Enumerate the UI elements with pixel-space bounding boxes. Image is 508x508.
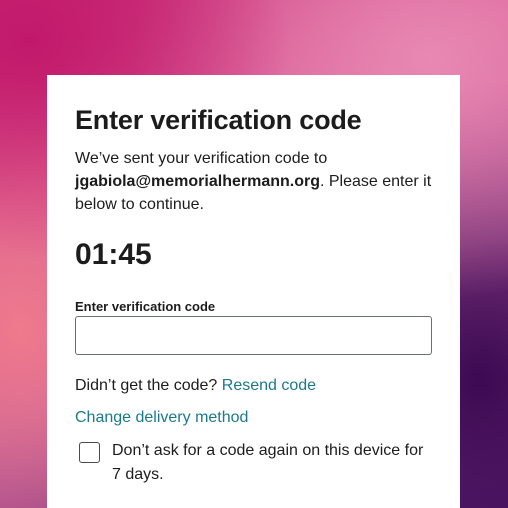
page-title: Enter verification code (75, 105, 362, 135)
resend-prompt: Didn’t get the code? (75, 377, 218, 394)
code-field-label: Enter verification code (75, 299, 216, 314)
change-delivery-method-link[interactable]: Change delivery method (75, 409, 248, 426)
verification-description: We’ve sent your verification code to jga… (75, 147, 432, 216)
change-delivery-row: Change delivery method (75, 407, 432, 429)
description-prefix: We’ve sent your verification code to (75, 150, 328, 167)
remember-device-row[interactable]: Don’t ask for a code again on this devic… (75, 439, 432, 487)
verification-card: Enter verification code We’ve sent your … (47, 75, 460, 508)
verification-code-input[interactable] (75, 316, 432, 355)
resend-code-link[interactable]: Resend code (222, 377, 316, 394)
resend-row: Didn’t get the code? Resend code (75, 375, 432, 397)
countdown-timer: 01:45 (75, 238, 152, 271)
remember-device-checkbox[interactable] (79, 442, 100, 463)
email-address: jgabiola@memorialhermann.org (75, 173, 320, 190)
remember-device-label[interactable]: Don’t ask for a code again on this devic… (112, 439, 432, 487)
